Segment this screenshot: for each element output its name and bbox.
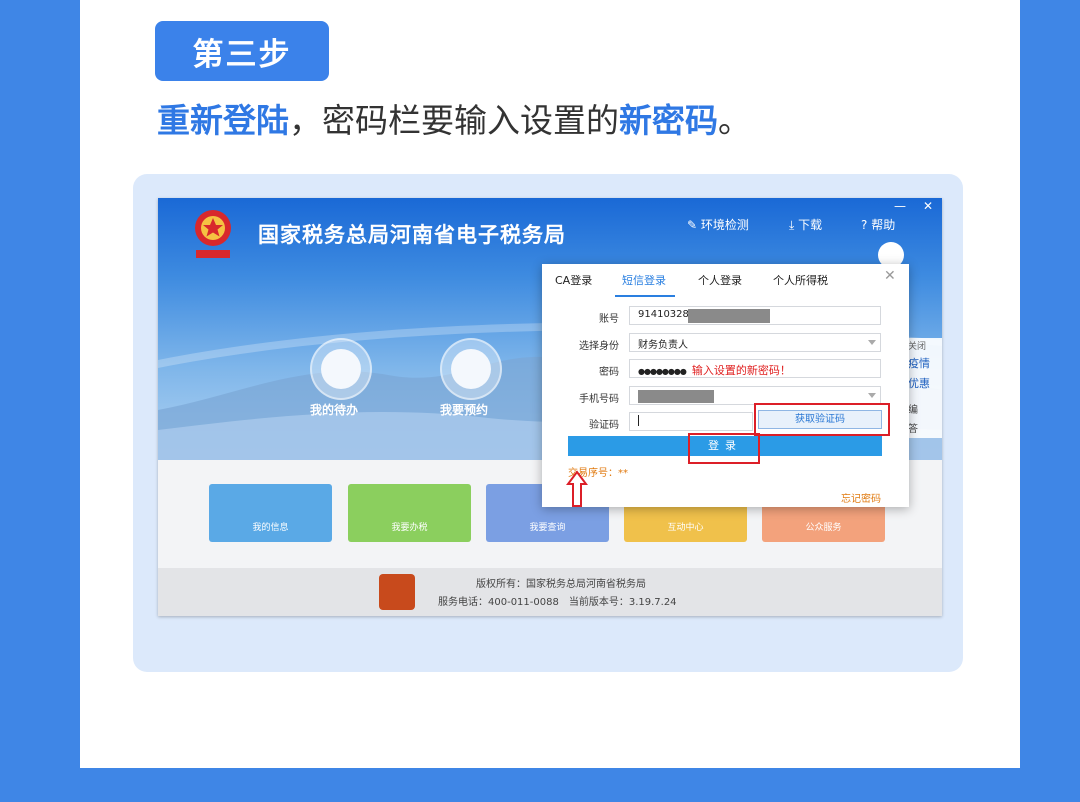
tab-personal-login[interactable]: 个人登录 <box>698 272 742 288</box>
side-notice-widget[interactable]: 关闭 疫情 优惠 编 答 <box>906 338 942 438</box>
password-hint: 输入设置的新密码！ <box>691 364 791 377</box>
tile-my-info[interactable]: 我的信息 <box>209 484 332 542</box>
site-title: 国家税务总局河南省电子税务局 <box>258 223 566 247</box>
phone-label: 手机号码 <box>579 394 619 405</box>
redacted-phone <box>638 390 714 403</box>
dialog-close-icon[interactable]: ✕ <box>884 268 896 284</box>
appointment-button[interactable] <box>440 338 502 400</box>
help-icon: ? <box>861 218 872 232</box>
footer-copyright: 版权所有：国家税务总局河南省税务局 <box>476 579 646 590</box>
highlight-get-code <box>754 403 890 436</box>
side-widget-line-3: 编 <box>908 405 918 416</box>
side-widget-line-4: 答 <box>908 424 918 435</box>
password-label: 密码 <box>599 367 619 378</box>
tax-portal-screenshot: 国家税务总局河南省电子税务局 ✎ 环境检测 ⤓ 下载 ? 帮助 — ✕ 我的待办… <box>158 198 942 616</box>
side-widget-close[interactable]: 关闭 <box>906 338 942 353</box>
side-widget-line-2: 优惠 <box>908 377 930 390</box>
active-tab-indicator <box>615 295 675 297</box>
headline-highlight-relogin: 重新登陆 <box>157 101 289 140</box>
calendar-icon <box>451 349 491 389</box>
account-input[interactable]: 91410328 <box>629 306 881 325</box>
todo-list-icon <box>321 349 361 389</box>
nav-env-check[interactable]: ✎ 环境检测 <box>687 216 749 233</box>
headline-highlight-new-password: 新密码 <box>619 101 718 140</box>
todo-label: 我的待办 <box>310 403 359 417</box>
identity-select[interactable]: 财务负责人 <box>629 333 881 352</box>
download-icon: ⤓ <box>789 218 799 232</box>
login-dialog: CA登录 短信登录 个人登录 个人所得税 ✕ 账号 91410328 选择身份 … <box>542 264 909 507</box>
wrench-icon: ✎ <box>687 218 701 232</box>
chevron-down-icon <box>868 393 876 398</box>
captcha-label: 验证码 <box>589 420 619 431</box>
side-widget-line-1: 疫情 <box>908 357 930 370</box>
identity-label: 选择身份 <box>579 341 619 352</box>
instruction-text: 重新登陆，密码栏要输入设置的新密码。 <box>157 94 751 142</box>
footer-service-info: 服务电话：400-011-0088 当前版本号：3.19.7.24 <box>438 597 677 608</box>
todo-button[interactable] <box>310 338 372 400</box>
redacted-account <box>688 309 770 323</box>
tab-sms-login[interactable]: 短信登录 <box>622 272 666 288</box>
footer-logo-icon <box>379 574 415 610</box>
headline-end: 。 <box>718 101 751 140</box>
text-cursor <box>638 415 639 426</box>
password-input[interactable]: ●●●●●●●● 输入设置的新密码！ <box>629 359 881 378</box>
window-close-icon[interactable]: ✕ <box>923 199 933 213</box>
tab-personal-income-tax[interactable]: 个人所得税 <box>773 272 828 288</box>
forgot-password-link[interactable]: 忘记密码 <box>841 490 881 505</box>
chevron-down-icon <box>868 340 876 345</box>
up-arrow-icon <box>566 470 588 507</box>
captcha-input[interactable] <box>629 412 753 431</box>
minimize-icon[interactable]: — <box>894 199 906 213</box>
tax-emblem-icon <box>195 210 231 258</box>
nav-download[interactable]: ⤓ 下载 <box>789 216 822 233</box>
portal-footer: 版权所有：国家税务总局河南省税务局 服务电话：400-011-0088 当前版本… <box>158 568 942 616</box>
tab-ca-login[interactable]: CA登录 <box>555 272 592 288</box>
account-label: 账号 <box>599 314 619 325</box>
tile-tax-handling[interactable]: 我要办税 <box>348 484 471 542</box>
nav-help[interactable]: ? 帮助 <box>861 216 895 233</box>
headline-middle: ，密码栏要输入设置的 <box>289 101 619 140</box>
highlight-login <box>688 433 760 464</box>
appointment-label: 我要预约 <box>440 403 489 417</box>
step-badge: 第三步 <box>155 21 329 81</box>
